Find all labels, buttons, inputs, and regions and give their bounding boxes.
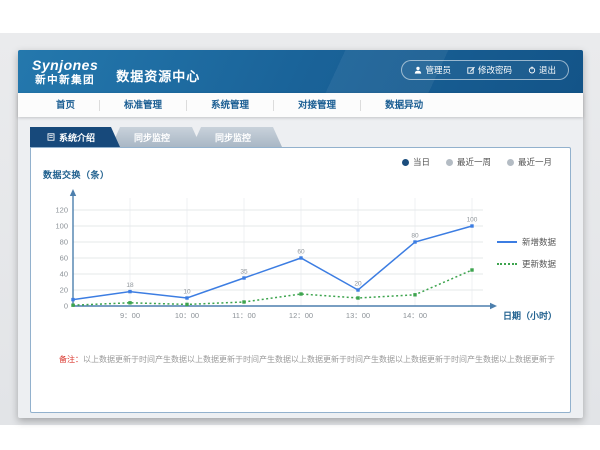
system-intro-panel: 当日 最近一周 最近一月 数据交换（条） 0 20 40 60 80 100 120 9：00 10… xyxy=(30,147,571,413)
footnote-text: 以上数据更新于时间产生数据以上数据更新于时间产生数据以上数据更新于时间产生数据以… xyxy=(83,355,555,364)
footnote-prefix: 备注： xyxy=(59,355,83,364)
data-point xyxy=(185,296,188,299)
footnote: 备注：以上数据更新于时间产生数据以上数据更新于时间产生数据以上数据更新于时间产生… xyxy=(59,354,555,365)
x-axis-arrow-icon xyxy=(490,303,497,309)
legend-label: 更新数据 xyxy=(522,258,556,270)
x-tick-label: 13：00 xyxy=(346,311,370,320)
app-window: Synjones 新中新集团 数据资源中心 管理员修改密码退出 首页标准管理系统… xyxy=(18,50,583,418)
data-point xyxy=(356,296,359,299)
data-point xyxy=(299,292,302,295)
user-bar-label: 修改密码 xyxy=(478,64,512,76)
user-bar-label: 退出 xyxy=(539,64,556,76)
point-label: 20 xyxy=(354,281,362,288)
time-range-filters: 当日 最近一周 最近一月 xyxy=(402,156,552,168)
chart-x-axis-label: 日期（小时） xyxy=(503,309,557,322)
tab-1[interactable]: 同步监控 xyxy=(111,127,201,147)
edit-icon xyxy=(467,66,475,74)
radio-dot xyxy=(507,159,514,166)
nav-item-0[interactable]: 首页 xyxy=(32,100,100,111)
y-tick-label: 120 xyxy=(55,206,68,215)
point-label: 100 xyxy=(467,217,478,224)
data-point xyxy=(299,256,302,259)
filter-label: 最近一周 xyxy=(457,156,491,168)
point-label: 60 xyxy=(297,249,305,256)
filter-label: 当日 xyxy=(413,156,430,168)
chart-legend: 新增数据更新数据 xyxy=(497,236,556,270)
radio-dot xyxy=(402,159,409,166)
data-point xyxy=(242,276,245,279)
y-axis-arrow-icon xyxy=(70,189,76,196)
user-bar-item-2[interactable]: 退出 xyxy=(528,64,556,76)
radio-dot xyxy=(446,159,453,166)
brand-logo-en: Synjones xyxy=(32,57,98,73)
x-tick-label: 9：00 xyxy=(120,311,140,320)
y-tick-label: 100 xyxy=(55,222,68,231)
tab-label: 同步监控 xyxy=(215,131,251,144)
chart-y-axis-label: 数据交换（条） xyxy=(43,168,110,181)
power-icon xyxy=(528,66,536,74)
y-tick-label: 20 xyxy=(60,286,68,295)
filter-radio-1[interactable]: 最近一周 xyxy=(446,156,491,168)
point-label: 80 xyxy=(411,233,419,240)
legend-item-0: 新增数据 xyxy=(497,236,556,248)
tab-0[interactable]: 系统介绍 xyxy=(30,127,120,147)
filter-radio-2[interactable]: 最近一月 xyxy=(507,156,552,168)
exchange-chart: 0 20 40 60 80 100 120 9：00 10：00 11：00 12：00 13：00 1… xyxy=(47,188,517,338)
point-label: 18 xyxy=(126,282,134,289)
data-point xyxy=(470,224,473,227)
data-point xyxy=(242,300,245,303)
user-bar-label: 管理员 xyxy=(425,64,451,76)
user-bar-item-1[interactable]: 修改密码 xyxy=(467,64,512,76)
x-tick-label: 12：00 xyxy=(289,311,313,320)
data-point xyxy=(356,288,359,291)
data-point xyxy=(71,298,74,301)
tab-bar: 系统介绍 同步监控 同步监控 xyxy=(30,127,571,147)
y-tick-label: 80 xyxy=(60,238,68,247)
y-tick-label: 0 xyxy=(64,302,68,311)
data-point xyxy=(71,304,74,307)
legend-label: 新增数据 xyxy=(522,236,556,248)
legend-line-sample xyxy=(497,241,517,243)
app-header: Synjones 新中新集团 数据资源中心 管理员 修改密码 退出 xyxy=(18,50,583,93)
y-tick-label: 40 xyxy=(60,270,68,279)
nav-item-2[interactable]: 系统管理 xyxy=(187,100,274,111)
point-label: 10 xyxy=(183,289,191,296)
filter-radio-0[interactable]: 当日 xyxy=(402,156,430,168)
x-tick-label: 14：00 xyxy=(403,311,427,320)
user-bar-item-0[interactable]: 管理员 xyxy=(414,64,451,76)
data-point xyxy=(185,303,188,306)
main-nav: 首页标准管理系统管理对接管理数据异动 xyxy=(18,93,583,117)
x-tick-label: 11：00 xyxy=(232,311,256,320)
brand-logo-cn: 新中新集团 xyxy=(32,74,98,86)
x-tick-label: 10：00 xyxy=(175,311,199,320)
tab-label: 同步监控 xyxy=(134,131,170,144)
user-icon xyxy=(414,66,422,74)
brand-logo: Synjones 新中新集团 xyxy=(32,57,98,85)
content-area: 系统介绍 同步监控 同步监控 当日 最近一周 最近一月 数据交换（条） 0 20 40 60 8… xyxy=(18,117,583,418)
data-point xyxy=(413,240,416,243)
legend-item-1: 更新数据 xyxy=(497,258,556,270)
y-tick-label: 60 xyxy=(60,254,68,263)
page-title: 数据资源中心 xyxy=(116,66,200,85)
nav-item-1[interactable]: 标准管理 xyxy=(100,100,187,111)
tab-2[interactable]: 同步监控 xyxy=(192,127,282,147)
nav-item-3[interactable]: 对接管理 xyxy=(274,100,361,111)
user-toolbar: 管理员 修改密码 退出 xyxy=(401,60,569,80)
filter-label: 最近一月 xyxy=(518,156,552,168)
document-icon xyxy=(47,133,55,141)
legend-line-sample xyxy=(497,263,517,265)
data-point xyxy=(128,290,131,293)
data-point xyxy=(128,301,131,304)
data-point xyxy=(413,293,416,296)
tab-label: 系统介绍 xyxy=(59,131,95,144)
point-label: 35 xyxy=(240,269,248,276)
nav-item-4[interactable]: 数据异动 xyxy=(361,100,447,111)
data-point xyxy=(470,268,473,271)
